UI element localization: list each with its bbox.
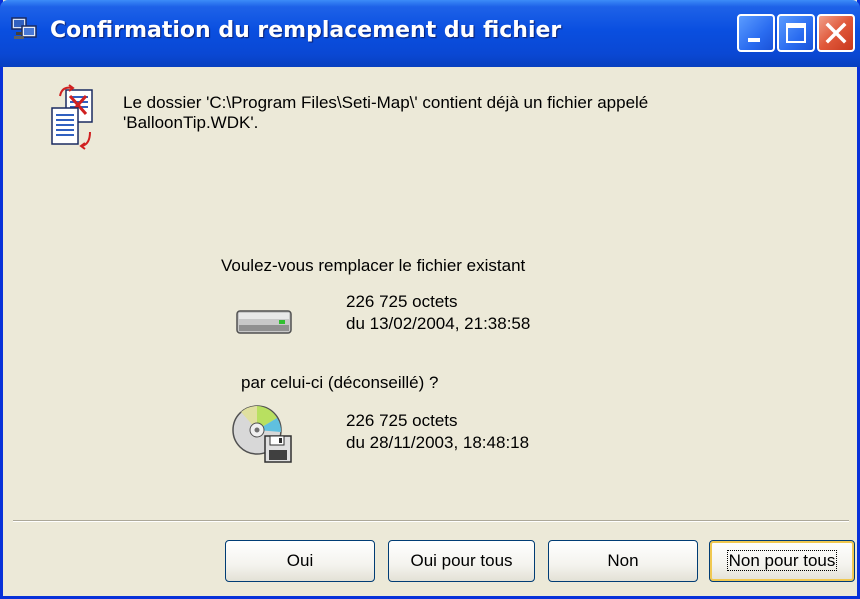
maximize-icon (786, 23, 806, 43)
minimize-button[interactable] (737, 14, 775, 52)
close-button[interactable] (817, 14, 855, 52)
message-text: Le dossier 'C:\Program Files\Seti-Map\' … (123, 93, 823, 133)
maximize-button[interactable] (777, 14, 815, 52)
replace-with-question: par celui-ci (déconseillé) ? (241, 373, 439, 392)
cd-floppy-icon (232, 405, 292, 463)
yes-to-all-button[interactable]: Oui pour tous (388, 540, 535, 582)
no-button[interactable]: Non (548, 540, 698, 582)
new-file-info: 226 725 octets du 28/11/2003, 18:48:18 (346, 410, 529, 454)
new-file-size: 226 725 octets (346, 411, 458, 430)
existing-file-date: du 13/02/2004, 21:38:58 (346, 314, 531, 333)
existing-file-size: 226 725 octets (346, 292, 458, 311)
replace-confirmation-dialog: Confirmation du remplacement du fichier … (0, 0, 860, 599)
message-line-2: 'BalloonTip.WDK'. (123, 113, 259, 132)
yes-button[interactable]: Oui (225, 540, 375, 582)
file-replace-icon (51, 84, 93, 150)
no-to-all-label: Non pour tous (726, 550, 838, 571)
message-line-1: Le dossier 'C:\Program Files\Seti-Map\' … (123, 93, 649, 112)
window-title: Confirmation du remplacement du fichier (50, 18, 562, 43)
file-transfer-icon (11, 17, 37, 39)
no-to-all-button[interactable]: Non pour tous (709, 540, 855, 582)
separator (13, 520, 849, 522)
close-icon (825, 22, 847, 44)
hard-drive-icon (236, 310, 292, 334)
minimize-icon (748, 38, 760, 42)
existing-file-info: 226 725 octets du 13/02/2004, 21:38:58 (346, 291, 530, 335)
title-bar[interactable]: Confirmation du remplacement du fichier (0, 0, 860, 67)
replace-question: Voulez-vous remplacer le fichier existan… (221, 256, 526, 275)
new-file-date: du 28/11/2003, 18:48:18 (346, 433, 530, 452)
